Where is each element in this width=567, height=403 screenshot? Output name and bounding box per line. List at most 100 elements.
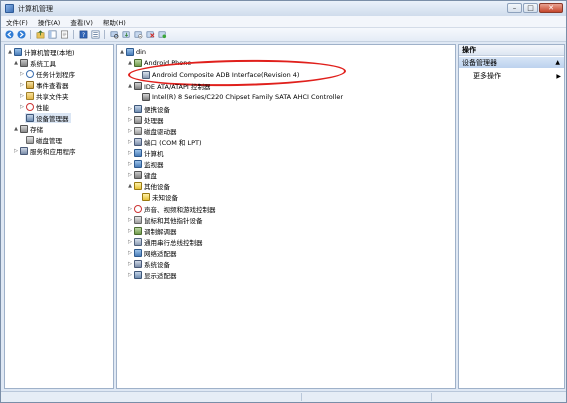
menu-file[interactable]: 文件(F) xyxy=(1,17,33,27)
expand-arrow-icon[interactable]: ▷ xyxy=(127,139,133,145)
expand-arrow-icon[interactable]: ▷ xyxy=(127,172,133,178)
device-category[interactable]: ▷ 端口 (COM 和 LPT) xyxy=(127,137,202,147)
expand-arrow-icon[interactable]: ▷ xyxy=(19,71,25,77)
expand-arrow-icon[interactable]: ▷ xyxy=(19,104,25,110)
device-category[interactable]: ▷ 系统设备 xyxy=(127,259,170,269)
collapse-up-icon[interactable]: ▲ xyxy=(555,59,560,66)
expand-arrow-icon[interactable]: ▷ xyxy=(127,117,133,123)
tree-item-shared-folders[interactable]: ▷ 共享文件夹 xyxy=(19,91,69,101)
more-actions-item[interactable]: 更多操作 ▶ xyxy=(473,71,563,81)
expand-arrow-icon[interactable]: ▷ xyxy=(19,93,25,99)
show-hide-tree-button[interactable] xyxy=(47,30,57,40)
mouse-icon xyxy=(134,216,142,224)
device-category[interactable]: ▷ 网络适配器 xyxy=(127,248,177,258)
device-category[interactable]: ▷ 处理器 xyxy=(127,115,164,125)
menu-action[interactable]: 操作(A) xyxy=(33,17,66,27)
menu-view[interactable]: 查看(V) xyxy=(65,17,98,27)
usb-icon xyxy=(134,238,142,246)
device-sata-controller[interactable]: Intel(R) 8 Series/C220 Chipset Family SA… xyxy=(141,92,343,102)
menu-help[interactable]: 帮助(H) xyxy=(98,17,131,27)
properties-button[interactable] xyxy=(59,30,69,40)
view-button[interactable] xyxy=(90,30,100,40)
actions-section-device-manager[interactable]: 设备管理器 ▲ xyxy=(459,57,564,68)
device-category-label: 其他设备 xyxy=(144,183,170,191)
tree-item-task-scheduler[interactable]: ▷ 任务计划程序 xyxy=(19,69,75,79)
back-arrow-icon xyxy=(4,30,14,39)
device-root[interactable]: ▲ din xyxy=(119,47,146,57)
disk-management-icon xyxy=(26,136,34,144)
close-button[interactable]: ✕ xyxy=(539,3,563,13)
tree-item-label: 任务计划程序 xyxy=(36,71,75,79)
device-unknown[interactable]: 未知设备 xyxy=(141,192,178,202)
uninstall-device-button[interactable] xyxy=(145,30,155,40)
tree-item-event-viewer[interactable]: ▷ 事件查看器 xyxy=(19,80,69,90)
tree-item-disk-management[interactable]: 磁盘管理 xyxy=(25,135,62,145)
sata-controller-icon xyxy=(142,93,150,101)
collapse-arrow-icon[interactable]: ▲ xyxy=(127,83,133,89)
collapse-arrow-icon[interactable]: ▲ xyxy=(7,49,13,55)
up-folder-button[interactable] xyxy=(35,30,45,40)
collapse-arrow-icon[interactable]: ▲ xyxy=(13,60,19,66)
actions-section-label: 设备管理器 xyxy=(462,58,497,67)
expand-arrow-icon[interactable]: ▷ xyxy=(127,128,133,134)
toolbar: ? xyxy=(1,28,566,42)
expand-arrow-icon[interactable]: ▷ xyxy=(19,82,25,88)
device-category-other[interactable]: ▲ 其他设备 xyxy=(127,181,170,191)
tree-item-computer-management[interactable]: ▲ 计算机管理(本地) xyxy=(7,47,75,57)
processor-icon xyxy=(134,116,142,124)
expand-arrow-icon[interactable]: ▷ xyxy=(127,250,133,256)
enable-device-button[interactable] xyxy=(157,30,167,40)
tree-item-services-apps[interactable]: ▷ 服务和应用程序 xyxy=(13,146,76,156)
device-label: 未知设备 xyxy=(152,194,178,202)
device-android-adb-interface[interactable]: Android Composite ADB Interface(Revision… xyxy=(141,70,299,80)
expand-arrow-icon[interactable]: ▷ xyxy=(127,272,133,278)
update-driver-button[interactable] xyxy=(121,30,131,40)
uninstall-x-icon xyxy=(146,31,154,38)
device-category[interactable]: ▷ 显示适配器 xyxy=(127,270,177,280)
expand-arrow-icon[interactable]: ▷ xyxy=(127,239,133,245)
tree-item-storage[interactable]: ▲ 存储 xyxy=(13,124,43,134)
device-category[interactable]: ▷ 通用串行总线控制器 xyxy=(127,237,203,247)
performance-icon xyxy=(26,103,34,111)
collapse-arrow-icon[interactable]: ▲ xyxy=(119,49,125,55)
device-category[interactable]: ▷ 磁盘驱动器 xyxy=(127,126,177,136)
expand-arrow-icon[interactable]: ▷ xyxy=(127,106,133,112)
expand-arrow-icon[interactable]: ▷ xyxy=(127,261,133,267)
device-category-ide[interactable]: ▲ IDE ATA/ATAPI 控制器 xyxy=(127,81,210,91)
device-category[interactable]: ▷ 鼠标和其他指针设备 xyxy=(127,215,203,225)
expand-arrow-icon[interactable]: ▷ xyxy=(127,217,133,223)
tree-item-system-tools[interactable]: ▲ 系统工具 xyxy=(13,58,56,68)
scan-hardware-button[interactable] xyxy=(109,30,119,40)
minimize-button[interactable]: – xyxy=(507,3,522,13)
device-category[interactable]: ▷ 键盘 xyxy=(127,170,157,180)
collapse-arrow-icon[interactable]: ▲ xyxy=(127,60,133,66)
device-category[interactable]: ▷ 计算机 xyxy=(127,148,164,158)
scan-hardware-icon xyxy=(110,31,118,39)
expand-arrow-icon[interactable]: ▷ xyxy=(127,150,133,156)
disable-device-icon xyxy=(134,31,142,39)
device-category[interactable]: ▷ 监视器 xyxy=(127,159,164,169)
expand-arrow-icon[interactable]: ▷ xyxy=(13,148,19,154)
expand-arrow-icon[interactable]: ▷ xyxy=(127,228,133,234)
maximize-button[interactable]: □ xyxy=(523,3,538,13)
expand-arrow-icon[interactable]: ▷ xyxy=(127,206,133,212)
device-category[interactable]: ▷ 调制解调器 xyxy=(127,226,177,236)
disable-device-button[interactable] xyxy=(133,30,143,40)
submenu-arrow-icon: ▶ xyxy=(556,72,561,80)
expand-arrow-icon[interactable]: ▷ xyxy=(127,161,133,167)
device-category-android-phone[interactable]: ▲ Android Phone xyxy=(127,58,191,68)
back-button[interactable] xyxy=(4,30,14,40)
collapse-arrow-icon[interactable]: ▲ xyxy=(13,126,19,132)
svg-text:?: ? xyxy=(81,33,84,39)
device-label: Android Composite ADB Interface(Revision… xyxy=(152,71,300,79)
tree-item-performance[interactable]: ▷ 性能 xyxy=(19,102,49,112)
view-icon xyxy=(91,30,99,39)
tree-item-label: 事件查看器 xyxy=(36,82,69,90)
collapse-arrow-icon[interactable]: ▲ xyxy=(127,183,133,189)
title-bar[interactable]: 计算机管理 – □ ✕ xyxy=(1,1,566,16)
device-category[interactable]: ▷ 声音、视频和游戏控制器 xyxy=(127,204,216,214)
forward-button[interactable] xyxy=(16,30,26,40)
help-button[interactable]: ? xyxy=(78,30,88,40)
device-category[interactable]: ▷ 便携设备 xyxy=(127,104,170,114)
tree-item-device-manager[interactable]: 设备管理器 xyxy=(25,113,71,123)
